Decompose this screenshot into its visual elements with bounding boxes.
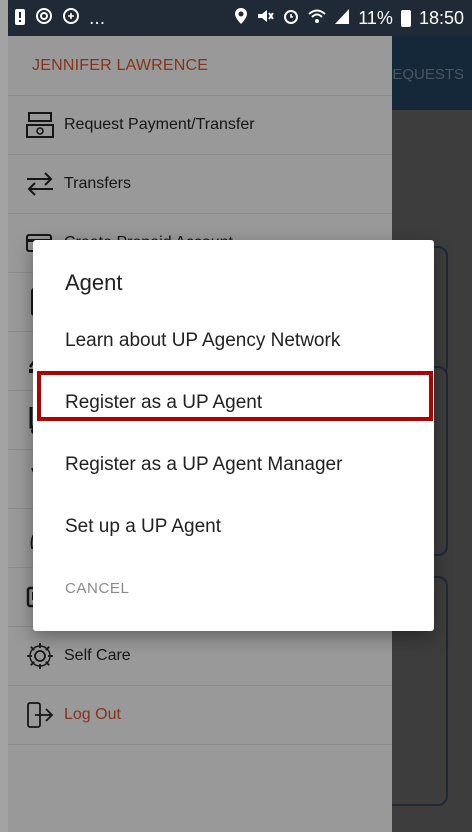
cancel-button[interactable]: CANCEL <box>65 580 129 597</box>
option-register-agent[interactable]: Register as a UP Agent <box>65 380 425 426</box>
option-setup-agent[interactable]: Set up a UP Agent <box>65 504 425 550</box>
option-learn-agency-network[interactable]: Learn about UP Agency Network <box>65 318 425 364</box>
agent-dialog: Agent Learn about UP Agency Network Regi… <box>33 240 434 631</box>
dialog-title: Agent <box>65 270 123 295</box>
device-frame: ... 11% 18:50 EQUESTS JENNIFER LAWRENCE … <box>0 0 472 832</box>
wifi-icon <box>308 7 326 30</box>
overflow-dots: ... <box>89 9 106 29</box>
option-register-agent-manager[interactable]: Register as a UP Agent Manager <box>65 442 425 488</box>
location-icon <box>234 7 248 30</box>
alarm-icon <box>35 7 53 31</box>
battery-percent: 11% <box>358 8 393 28</box>
battery-icon <box>400 10 411 27</box>
notification-icon <box>14 8 26 31</box>
status-right: 11% 18:50 <box>234 7 464 30</box>
status-left: ... <box>14 7 105 31</box>
clock-time: 18:50 <box>418 8 464 28</box>
signal-icon <box>334 7 350 30</box>
at-icon <box>62 7 80 31</box>
mute-icon <box>256 7 275 30</box>
status-bar: ... 11% 18:50 <box>8 0 472 36</box>
alarm-icon <box>282 7 300 30</box>
